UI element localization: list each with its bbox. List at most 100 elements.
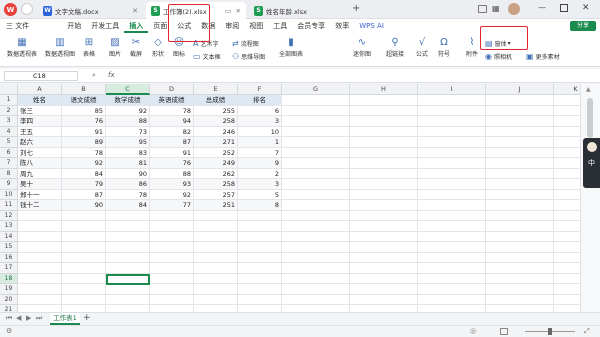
table-cell[interactable]: 262 — [194, 168, 238, 179]
table-cell[interactable]: 84 — [106, 200, 150, 211]
table-cell[interactable]: 钱十二 — [18, 200, 62, 211]
grid-cell[interactable] — [194, 231, 238, 242]
user-avatar[interactable] — [508, 3, 520, 15]
grid-cell[interactable] — [150, 294, 194, 305]
grid-cell[interactable] — [554, 200, 580, 211]
table-header-cell[interactable]: 姓名 — [18, 95, 62, 106]
grid-cell[interactable] — [554, 284, 580, 295]
last-sheet-icon[interactable]: ⏭ — [36, 314, 42, 323]
selected-cell[interactable] — [106, 273, 150, 285]
table-header-cell[interactable]: 数学成绩 — [106, 95, 150, 106]
close-icon[interactable]: ✕ — [132, 7, 138, 15]
grid-cell[interactable] — [62, 284, 106, 295]
table-cell[interactable]: 78 — [62, 147, 106, 158]
row-header[interactable]: 18 — [0, 273, 18, 284]
grid-cell[interactable] — [238, 263, 282, 274]
formula-button[interactable]: √ 公式 — [412, 36, 432, 58]
table-cell[interactable]: 92 — [150, 189, 194, 200]
formula-input[interactable] — [124, 71, 594, 81]
close-window-icon[interactable]: ✕ — [582, 3, 590, 13]
close-icon[interactable]: ✕ — [236, 7, 241, 15]
table-cell[interactable]: 91 — [150, 147, 194, 158]
grid-cell[interactable] — [554, 169, 580, 179]
grid-cell[interactable] — [282, 284, 350, 295]
grid-cell[interactable] — [554, 242, 580, 253]
scroll-thumb[interactable] — [587, 98, 593, 138]
grid-cell[interactable] — [350, 305, 418, 312]
grid-cell[interactable] — [282, 273, 350, 284]
table-cell[interactable]: 90 — [106, 168, 150, 179]
table-cell[interactable]: 89 — [62, 137, 106, 148]
grid-cell[interactable] — [282, 147, 350, 158]
grid-cell[interactable] — [418, 231, 486, 242]
grid-cell[interactable] — [418, 179, 486, 190]
sparkline-button[interactable]: ∿ 迷你图 — [350, 36, 374, 58]
grid-cell[interactable] — [486, 210, 554, 221]
table-cell[interactable]: 郑十一 — [18, 189, 62, 200]
grid-cell[interactable] — [486, 168, 554, 179]
table-cell[interactable]: 252 — [194, 147, 238, 158]
grid-cell[interactable] — [554, 253, 580, 263]
grid-cell[interactable] — [418, 137, 486, 148]
grid-cell[interactable] — [18, 263, 62, 274]
grid-cell[interactable] — [282, 294, 350, 305]
grid-cell[interactable] — [194, 294, 238, 305]
table-cell[interactable]: 2 — [238, 168, 282, 179]
table-cell[interactable]: 周九 — [18, 168, 62, 179]
column-header-g[interactable]: G — [282, 84, 350, 95]
table-cell[interactable]: 246 — [194, 126, 238, 137]
row-header[interactable]: 13 — [0, 221, 18, 232]
grid-cell[interactable] — [554, 179, 580, 190]
table-cell[interactable]: 93 — [150, 179, 194, 190]
grid-cell[interactable] — [282, 252, 350, 263]
column-header-k[interactable]: K — [554, 84, 580, 95]
grid-cell[interactable] — [150, 210, 194, 221]
table-cell[interactable]: 7 — [238, 147, 282, 158]
grid-cell[interactable] — [350, 200, 418, 211]
column-header-i[interactable]: I — [418, 84, 486, 95]
grid-cell[interactable] — [282, 95, 350, 106]
grid-cell[interactable] — [554, 305, 580, 312]
grid-cell[interactable] — [418, 305, 486, 312]
row-header[interactable]: 4 — [0, 126, 18, 137]
hyperlink-button[interactable]: ⚲ 超链接 — [384, 36, 406, 58]
grid-cell[interactable] — [350, 231, 418, 242]
table-cell[interactable]: 86 — [106, 179, 150, 190]
table-cell[interactable]: 6 — [238, 105, 282, 116]
grid-cell[interactable] — [282, 210, 350, 221]
grid-cell[interactable] — [18, 210, 62, 221]
table-cell[interactable]: 9 — [238, 158, 282, 169]
grid-cell[interactable] — [194, 284, 238, 295]
form-button[interactable]: ▤ 窗体 ▾ — [485, 38, 511, 49]
grid-cell[interactable] — [486, 95, 554, 106]
grid-cell[interactable] — [554, 137, 580, 148]
grid-cell[interactable] — [418, 252, 486, 263]
grid-cell[interactable] — [486, 242, 554, 253]
table-cell[interactable]: 1 — [238, 137, 282, 148]
monitor-icon[interactable]: ▭ — [225, 7, 232, 15]
grid-cell[interactable] — [486, 231, 554, 242]
row-header[interactable]: 2 — [0, 105, 18, 116]
column-header-b[interactable]: B — [62, 84, 106, 95]
column-header-c[interactable]: C — [106, 84, 150, 95]
table-cell[interactable]: 张三 — [18, 105, 62, 116]
art-text-button[interactable]: A 艺术字 — [193, 38, 219, 49]
grid-cell[interactable] — [486, 158, 554, 169]
grid-cell[interactable] — [350, 273, 418, 284]
grid-cell[interactable] — [106, 242, 150, 253]
pivot-chart-button[interactable]: ▥ 数据透视图 — [42, 36, 78, 58]
grid-cell[interactable] — [18, 221, 62, 232]
table-cell[interactable]: 249 — [194, 158, 238, 169]
add-sheet-button[interactable]: + — [83, 313, 91, 323]
grid-cell[interactable] — [350, 284, 418, 295]
row-header[interactable]: 5 — [0, 137, 18, 148]
camera-button[interactable]: ◉ 照相机 — [485, 51, 512, 62]
row-header[interactable]: 7 — [0, 158, 18, 169]
grid-cell[interactable] — [194, 263, 238, 274]
grid-cell[interactable] — [106, 284, 150, 295]
grid-cell[interactable] — [282, 263, 350, 274]
table-cell[interactable]: 78 — [106, 189, 150, 200]
status-eye-icon[interactable]: ◎ — [470, 327, 476, 335]
column-header-e[interactable]: E — [194, 84, 238, 95]
scroll-up-icon[interactable]: ▲ — [586, 86, 591, 93]
